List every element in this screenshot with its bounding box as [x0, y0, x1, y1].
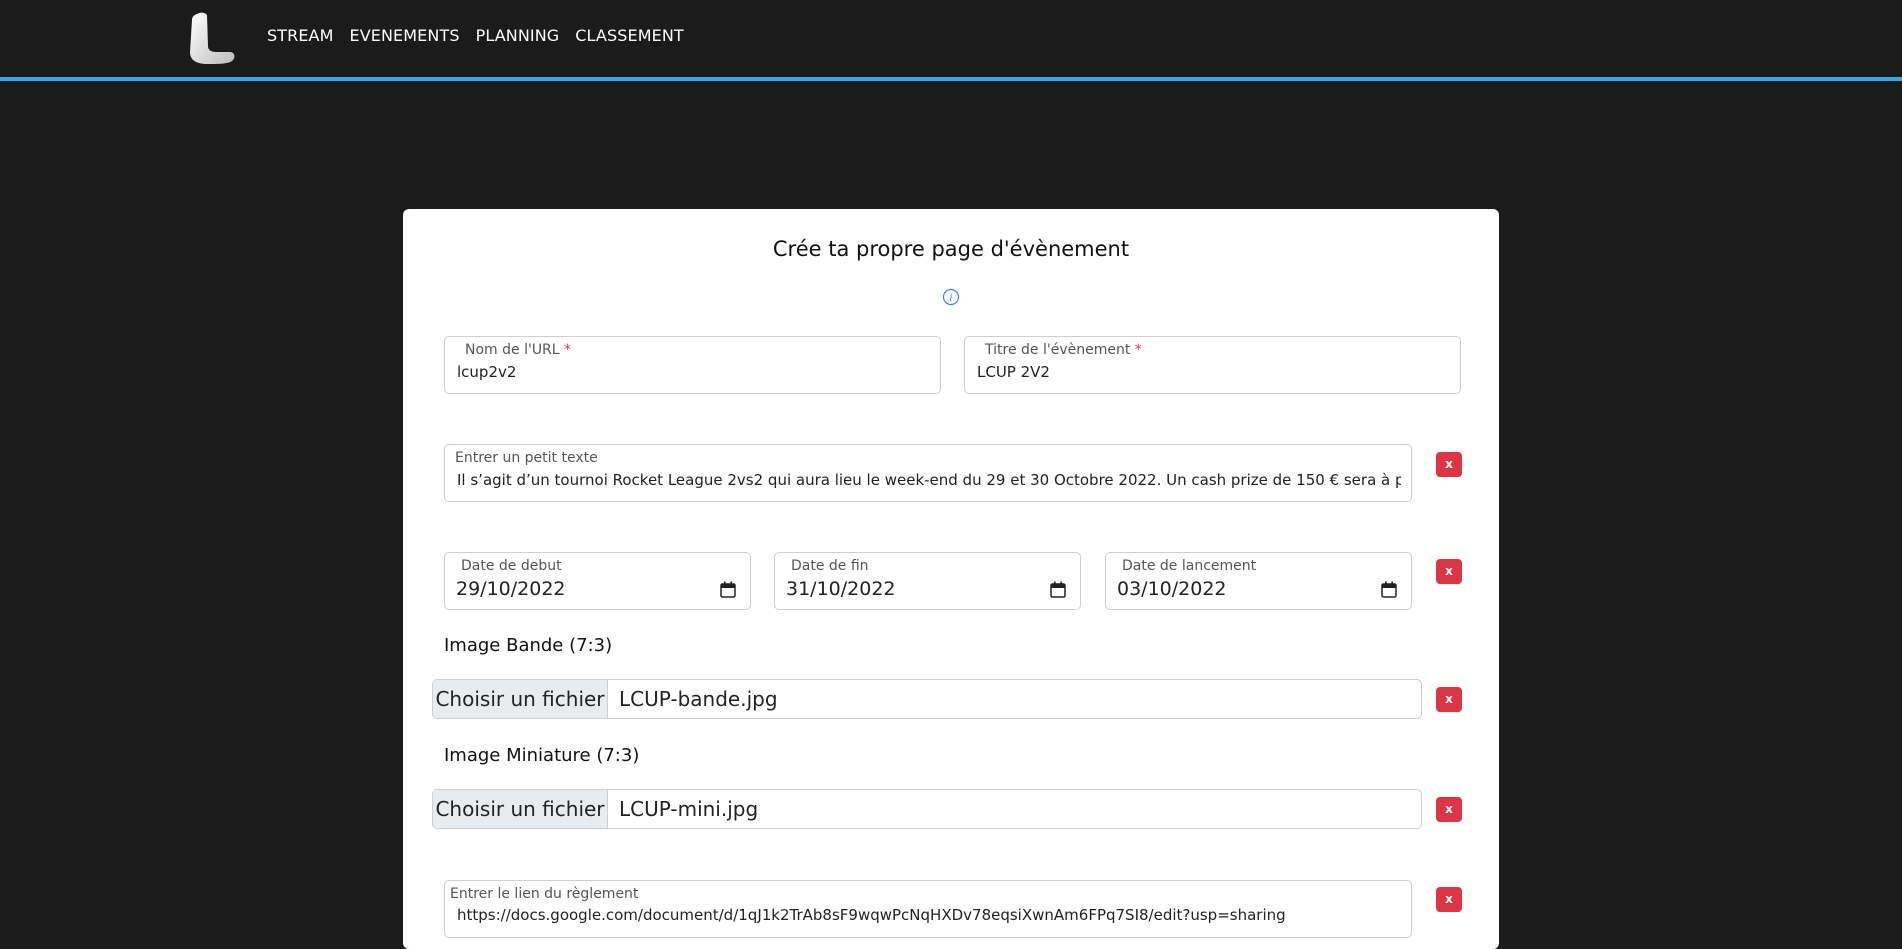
launch-date-field[interactable]: Date de lancement 03/10/2022 — [1105, 552, 1412, 610]
choose-thumbnail-file-button[interactable]: Choisir un fichier — [433, 790, 608, 828]
event-title-field[interactable]: Titre de l'évènement * LCUP 2V2 — [964, 336, 1461, 394]
svg-text:i: i — [949, 293, 952, 304]
short-text-value[interactable]: Il s’agit d’un tournoi Rocket League 2vs… — [457, 471, 1401, 489]
remove-dates-button[interactable]: x — [1436, 559, 1462, 584]
end-date-value[interactable]: 31/10/2022 — [786, 578, 896, 600]
event-title-value[interactable]: LCUP 2V2 — [977, 363, 1050, 381]
event-title-label: Titre de l'évènement * — [985, 342, 1142, 358]
thumbnail-file-name: LCUP-mini.jpg — [619, 797, 759, 821]
info-icon[interactable]: i — [942, 288, 960, 306]
site-logo[interactable] — [188, 10, 238, 66]
nav-link-stream[interactable]: STREAM — [267, 26, 334, 45]
end-date-field[interactable]: Date de fin 31/10/2022 — [774, 552, 1081, 610]
thumbnail-image-input[interactable]: Choisir un fichier LCUP-mini.jpg — [432, 789, 1422, 829]
launch-date-label: Date de lancement — [1122, 558, 1257, 574]
url-name-label: Nom de l'URL * — [465, 342, 572, 358]
form-title: Crée ta propre page d'évènement — [772, 237, 1130, 261]
short-text-label: Entrer un petit texte — [455, 450, 598, 466]
nav-link-evenements[interactable]: EVENEMENTS — [350, 26, 460, 45]
remove-thumbnail-image-button[interactable]: x — [1436, 797, 1462, 822]
remove-short-text-button[interactable]: x — [1436, 452, 1462, 477]
short-text-field[interactable]: Entrer un petit texte Il s’agit d’un tou… — [444, 444, 1412, 502]
calendar-icon[interactable] — [1381, 581, 1397, 598]
banner-file-name: LCUP-bande.jpg — [619, 687, 778, 711]
rules-link-field[interactable]: Entrer le lien du règlement https://docs… — [444, 880, 1412, 938]
start-date-label: Date de debut — [461, 558, 562, 574]
end-date-label: Date de fin — [791, 558, 869, 574]
banner-image-label: Image Bande (7:3) — [444, 635, 613, 656]
remove-rules-link-button[interactable]: x — [1436, 887, 1462, 912]
url-name-value[interactable]: lcup2v2 — [457, 363, 516, 381]
start-date-field[interactable]: Date de debut 29/10/2022 — [444, 552, 751, 610]
url-name-field[interactable]: Nom de l'URL * lcup2v2 — [444, 336, 941, 394]
start-date-value[interactable]: 29/10/2022 — [456, 578, 566, 600]
rules-link-value[interactable]: https://docs.google.com/document/d/1qJ1k… — [457, 906, 1401, 924]
nav-link-classement[interactable]: CLASSEMENT — [575, 26, 683, 45]
event-form-card: Crée ta propre page d'évènement i Nom de… — [403, 209, 1499, 949]
calendar-icon[interactable] — [720, 581, 736, 598]
choose-banner-file-button[interactable]: Choisir un fichier — [433, 680, 608, 718]
calendar-icon[interactable] — [1050, 581, 1066, 598]
banner-image-input[interactable]: Choisir un fichier LCUP-bande.jpg — [432, 679, 1422, 719]
nav-links: STREAM EVENEMENTS PLANNING CLASSEMENT — [267, 26, 684, 45]
top-navbar: STREAM EVENEMENTS PLANNING CLASSEMENT — [0, 0, 1902, 81]
thumbnail-image-label: Image Miniature (7:3) — [444, 745, 640, 766]
remove-banner-image-button[interactable]: x — [1436, 687, 1462, 712]
launch-date-value[interactable]: 03/10/2022 — [1117, 578, 1227, 600]
rules-link-label: Entrer le lien du règlement — [450, 886, 639, 902]
nav-link-planning[interactable]: PLANNING — [476, 26, 560, 45]
